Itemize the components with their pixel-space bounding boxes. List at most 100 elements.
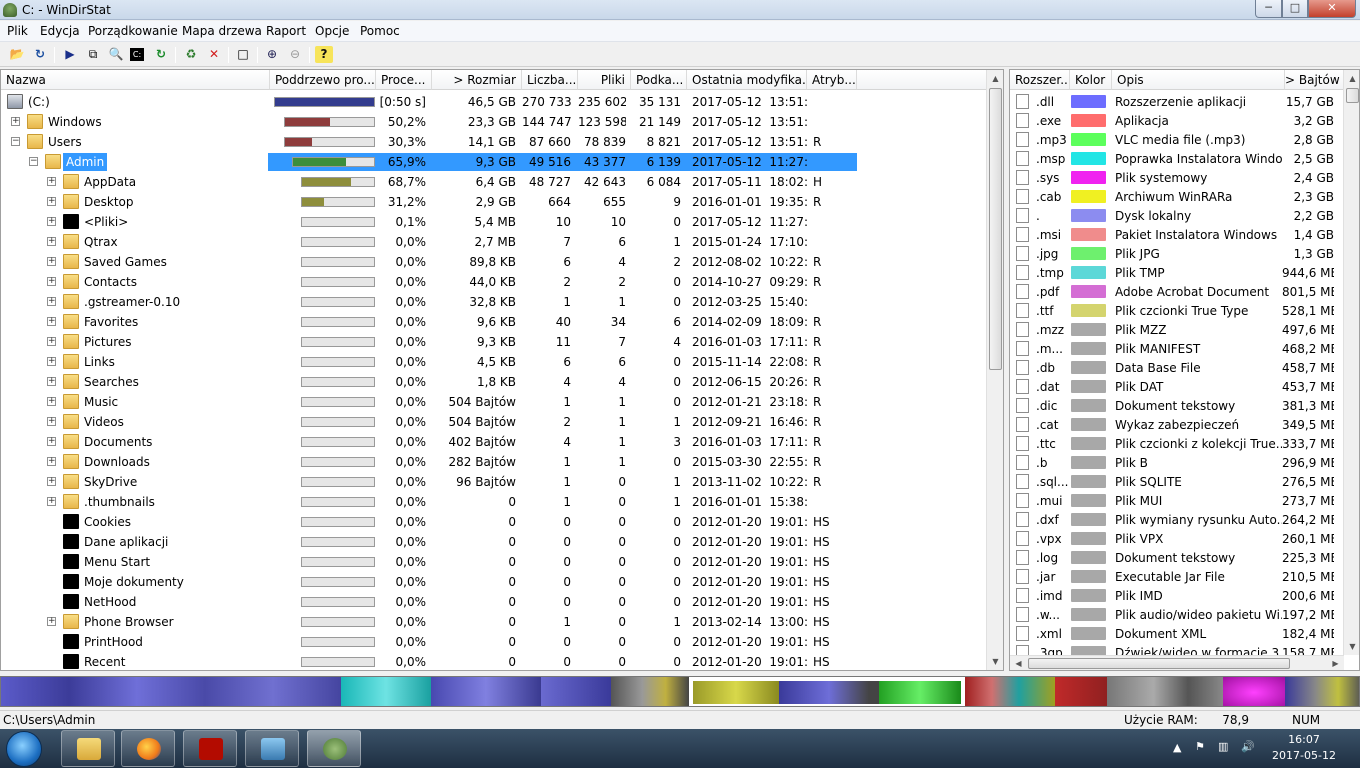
tree-row[interactable]: + Phone Browser 0,0% 0 1 0 1 2013-02-14 13:00:5… [1,612,987,632]
tree-row[interactable]: + Links 0,0% 4,5 KB 6 6 0 2015-11-14 22:08:59 R [1,352,987,372]
taskbar-acrobat[interactable] [183,730,237,767]
open-icon[interactable]: 📂 [8,46,26,63]
menu-raport[interactable]: Raport [266,24,306,38]
tree-row[interactable]: PrintHood 0,0% 0 0 0 0 2012-01-20 19:01:19 HS [1,632,987,652]
delete-icon[interactable]: ✕ [205,46,223,63]
treemap[interactable] [0,676,1360,707]
col-header-percent[interactable]: Proce... [376,70,432,90]
extension-row[interactable]: .msi Pakiet Instalatora Windows 1,4 GB [1010,225,1344,244]
tree-row[interactable]: + Downloads 0,0% 282 Bajtów 1 1 0 2015-03-30 22… [1,452,987,472]
extension-row[interactable]: .cat Wykaz zabezpieczeń 349,5 MB [1010,415,1344,434]
tree-row[interactable]: + <Pliki> 0,1% 5,4 MB 10 10 0 2017-05-12 11:27:… [1,212,987,232]
extension-row[interactable]: .ttf Plik czcionki True Type 528,1 MB [1010,301,1344,320]
extension-row[interactable]: .mui Plik MUI 273,7 MB [1010,491,1344,510]
expand-toggle[interactable]: + [47,457,56,466]
zoom-in-icon[interactable]: ⊕ [263,46,281,63]
refresh-icon[interactable]: ↻ [31,46,49,63]
extension-row[interactable]: .exe Aplikacja 3,2 GB [1010,111,1344,130]
expand-toggle[interactable]: + [47,477,56,486]
expand-toggle[interactable]: + [47,197,56,206]
scroll-left-arrow[interactable]: ◀ [1011,656,1026,670]
extension-row[interactable]: .ttc Plik czcionki z kolekcji True... 333,… [1010,434,1344,453]
tree-row[interactable]: Cookies 0,0% 0 0 0 0 2012-01-20 19:01:19 HS [1,512,987,532]
tree-row[interactable]: + .gstreamer-0.10 0,0% 32,8 KB 1 1 0 2012-03-25… [1,292,987,312]
extension-row[interactable]: .imd Plik IMD 200,6 MB [1010,586,1344,605]
extension-row[interactable]: .mp3 VLC media file (.mp3) 2,8 GB [1010,130,1344,149]
taskbar-firefox[interactable] [121,730,175,767]
col-header-subdirs[interactable]: Podka... [631,70,687,90]
col-header-extension[interactable]: Rozszer... [1010,70,1070,90]
extension-row[interactable]: .xml Dokument XML 182,4 MB [1010,624,1344,643]
ext-vertical-scrollbar[interactable]: ▲ ▼ [1343,70,1359,655]
col-header-description[interactable]: Opis [1112,70,1285,90]
scroll-down-arrow[interactable]: ▼ [987,653,1003,670]
tree-row[interactable]: Moje dokumenty 0,0% 0 0 0 0 2012-01-20 19:01:1… [1,572,987,592]
tree-row[interactable]: + SkyDrive 0,0% 96 Bajtów 1 0 1 2013-11-02 10:2… [1,472,987,492]
tree-vertical-scrollbar[interactable]: ▲ ▼ [986,70,1003,670]
refresh-green-icon[interactable]: ↻ [152,46,170,63]
menu-opcje[interactable]: Opcje [315,24,349,38]
expand-toggle[interactable]: + [47,317,56,326]
col-header-name[interactable]: Nazwa [1,70,270,90]
clock-time[interactable]: 16:07 [1276,733,1332,746]
zoom-out-icon[interactable]: ⊖ [286,46,304,63]
tree-row[interactable]: + Windows 50,2% 23,3 GB 144 747 123 598 21 149… [1,112,987,132]
minimize-button[interactable]: ─ [1255,0,1282,18]
extension-row[interactable]: .dxf Plik wymiany rysunku Auto... 264,2 MB [1010,510,1344,529]
clock-date[interactable]: 2017-05-12 [1270,749,1338,762]
tree-row[interactable]: Recent 0,0% 0 0 0 0 2012-01-20 19:01:19 HS [1,652,987,670]
expand-toggle[interactable]: + [47,277,56,286]
tree-row[interactable]: Dane aplikacji 0,0% 0 0 0 0 2012-01-20 19:01:1… [1,532,987,552]
menu-plik[interactable]: Plik [7,24,28,38]
h-scroll-thumb[interactable] [1028,658,1290,669]
extension-row[interactable]: .cab Archiwum WinRARa 2,3 GB [1010,187,1344,206]
tree-row[interactable]: + Contacts 0,0% 44,0 KB 2 2 0 2014-10-27 09:29:… [1,272,987,292]
expand-toggle[interactable]: + [47,217,56,226]
tree-row[interactable]: + Documents 0,0% 402 Bajtów 4 1 3 2016-01-03 17… [1,432,987,452]
tree-row[interactable]: + Searches 0,0% 1,8 KB 4 4 0 2012-06-15 20:26:5… [1,372,987,392]
scroll-up-arrow[interactable]: ▲ [1344,70,1359,87]
extension-row[interactable]: .b Plik B 296,9 MB [1010,453,1344,472]
tree-row[interactable]: + Qtrax 0,0% 2,7 MB 7 6 1 2015-01-24 17:10:42 [1,232,987,252]
tree-row[interactable]: + Saved Games 0,0% 89,8 KB 6 4 2 2012-08-02 10:… [1,252,987,272]
start-button[interactable] [6,731,42,767]
scroll-right-arrow[interactable]: ▶ [1328,656,1343,670]
collapse-toggle[interactable]: − [11,137,20,146]
col-header-size[interactable]: > Rozmiar [432,70,522,90]
close-button[interactable]: ✕ [1308,0,1356,18]
tree-row[interactable]: (C:) [0:50 s] 46,5 GB 270 733 235 602 35 131 2… [1,92,987,112]
extension-row[interactable]: .log Dokument tekstowy 225,3 MB [1010,548,1344,567]
expand-toggle[interactable]: + [47,257,56,266]
col-header-attr[interactable]: Atryb... [807,70,857,90]
tree-row[interactable]: + Music 0,0% 504 Bajtów 1 1 0 2012-01-21 23:18:… [1,392,987,412]
expand-toggle[interactable]: + [47,397,56,406]
extension-row[interactable]: .jar Executable Jar File 210,5 MB [1010,567,1344,586]
extension-row[interactable]: .tmp Plik TMP 944,6 MB [1010,263,1344,282]
expand-toggle[interactable]: + [47,237,56,246]
tree-row[interactable]: − Users 30,3% 14,1 GB 87 660 78 839 8 821 2017-… [1,132,987,152]
collapse-toggle[interactable]: − [29,157,38,166]
tree-row[interactable]: + Videos 0,0% 504 Bajtów 2 1 1 2012-09-21 16:46… [1,412,987,432]
taskbar-explorer[interactable] [61,730,115,767]
tree-row[interactable]: + Favorites 0,0% 9,6 KB 40 34 6 2014-02-09 18:0… [1,312,987,332]
extension-row[interactable]: .mzz Plik MZZ 497,6 MB [1010,320,1344,339]
col-header-modified[interactable]: Ostatnia modyfika... [687,70,807,90]
ext-horizontal-scrollbar[interactable]: ◀ ▶ [1010,655,1344,670]
explorer-icon[interactable]: 🔍 [107,46,125,63]
menu-porzadkowanie[interactable]: Porządkowanie [88,24,178,38]
show-hidden-icons-icon[interactable]: ▲ [1173,741,1181,754]
maximize-button[interactable]: □ [1282,0,1308,18]
expand-toggle[interactable]: + [11,117,20,126]
extension-row[interactable]: .dll Rozszerzenie aplikacji 15,7 GB [1010,92,1344,111]
tree-row[interactable]: + .thumbnails 0,0% 0 1 0 1 2016-01-01 15:38:55 [1,492,987,512]
play-icon[interactable]: ▶ [61,46,79,63]
expand-toggle[interactable]: + [47,357,56,366]
col-header-files[interactable]: Pliki [578,70,631,90]
expand-toggle[interactable]: + [47,177,56,186]
extension-row[interactable]: .dic Dokument tekstowy 381,3 MB [1010,396,1344,415]
network-icon[interactable]: ▥ [1218,740,1228,753]
extension-row[interactable]: .sys Plik systemowy 2,4 GB [1010,168,1344,187]
cleanup-icon[interactable]: ♻ [182,46,200,63]
col-header-color[interactable]: Kolor [1070,70,1112,90]
menu-edycja[interactable]: Edycja [40,24,80,38]
